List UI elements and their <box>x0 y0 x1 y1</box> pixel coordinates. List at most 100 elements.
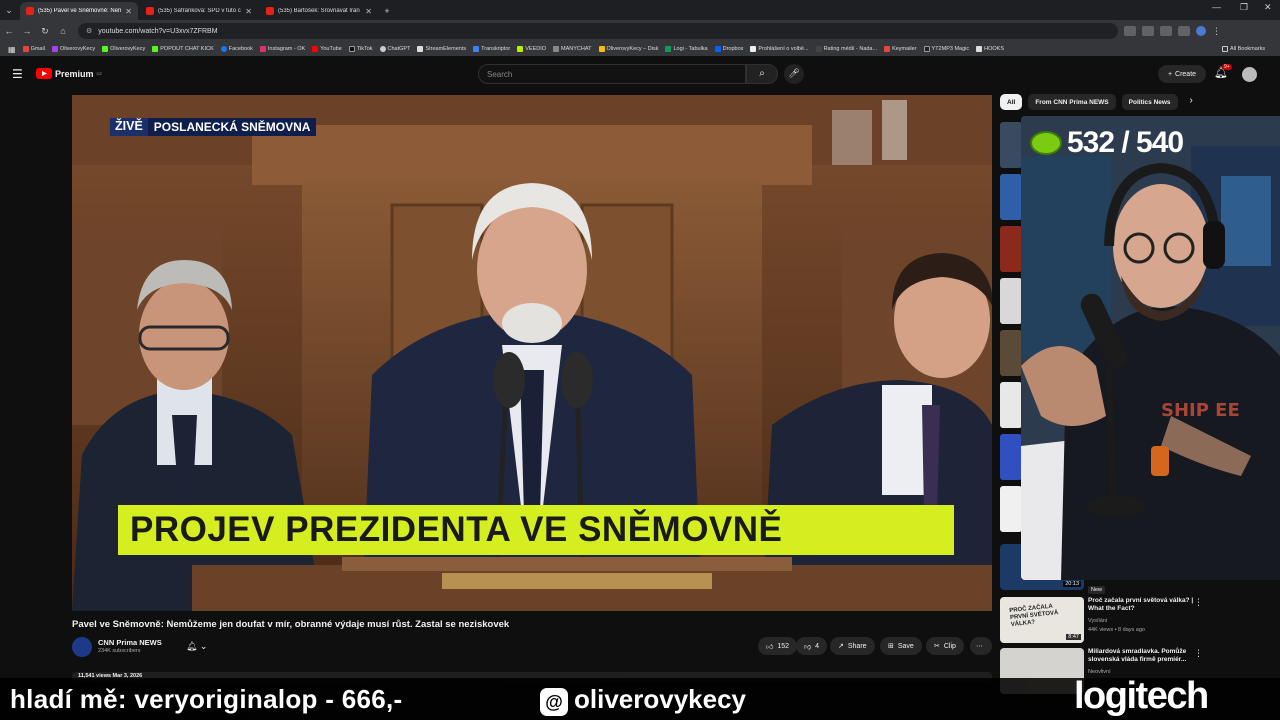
more-actions-icon[interactable]: ⋮ <box>1194 597 1203 608</box>
bookmark-item[interactable]: OliverovyKecy – Disk <box>598 46 658 52</box>
chatgpt-icon <box>379 46 386 52</box>
bookmark-item[interactable]: HOOKS <box>976 46 1004 52</box>
channel-avatar[interactable] <box>72 637 92 657</box>
extensions-icon[interactable] <box>1178 26 1190 36</box>
save-button[interactable]: ⊞ Save <box>880 637 922 655</box>
reload-icon[interactable]: ↻ <box>36 26 54 37</box>
video-thumbnail[interactable] <box>1000 486 1022 532</box>
bookmark-label: HOOKS <box>984 46 1005 52</box>
bookmark-item[interactable]: StreamElements <box>417 46 466 52</box>
bookmark-item[interactable]: Dropbox <box>714 46 743 52</box>
bookmark-star-icon[interactable] <box>1160 26 1172 36</box>
profile-icon[interactable] <box>1196 26 1206 36</box>
share-button[interactable]: ↗ Share <box>830 637 875 655</box>
video-thumbnail[interactable] <box>1000 278 1022 324</box>
more-button[interactable]: ⋯ <box>970 637 992 655</box>
new-tab-button[interactable]: + <box>378 6 396 16</box>
bookmark-item[interactable]: Logi - Tabulka <box>665 46 708 52</box>
bookmark-favicon-icon <box>51 46 58 52</box>
sponsor-logo: logitech <box>1074 675 1209 717</box>
voice-search-button[interactable]: 🎤︎ <box>784 64 804 84</box>
avatar[interactable] <box>1242 67 1257 82</box>
video-thumbnail[interactable] <box>1000 226 1022 272</box>
hamburger-menu-icon[interactable]: ☰ <box>12 67 23 81</box>
close-tab-icon[interactable]: ✕ <box>365 7 372 16</box>
site-info-icon[interactable]: ⚙ <box>86 27 92 35</box>
kick-icon <box>102 46 109 52</box>
bookmark-item[interactable]: Prohlášení o volbě... <box>750 46 809 52</box>
video-thumbnail[interactable] <box>1000 330 1022 376</box>
subscriber-count: 234K subscribers <box>98 648 141 654</box>
video-thumbnail[interactable]: PROČ ZAČALA PRVNÍ SVĚTOVÁ VÁLKA? 8:47 <box>1000 597 1084 643</box>
browser-tab-2[interactable]: (535) Šafránková: SPD v tuto ch ✕ <box>140 2 258 20</box>
video-title[interactable]: Miliardová smradlavka. Pomůže slovenská … <box>1088 648 1196 664</box>
forward-icon[interactable]: → <box>18 26 36 36</box>
dislike-button[interactable]: 👎︎ 4 <box>796 637 828 655</box>
bookmark-item[interactable]: Gmail <box>22 46 45 52</box>
bookmark-label: POPOUT CHAT KICK <box>160 46 214 52</box>
clip-button[interactable]: ✂ Clip <box>926 637 964 655</box>
browser-tab-3[interactable]: (535) Bartošek: Srovnávat Írán s ✕ <box>260 2 378 20</box>
video-title[interactable]: Proč začala první světová válka? | What … <box>1088 597 1196 613</box>
video-thumbnail[interactable] <box>1000 122 1022 168</box>
back-icon[interactable]: ← <box>0 26 18 36</box>
bookmark-label: Logi - Tabulka <box>673 46 708 52</box>
all-bookmarks-button[interactable]: All Bookmarks <box>1222 46 1265 52</box>
like-button[interactable]: 👍︎ 152 <box>758 637 798 655</box>
chip-all[interactable]: All <box>1000 94 1023 110</box>
bookmark-item[interactable]: OliverovyKecy <box>102 46 145 52</box>
bookmark-item[interactable]: VEEDIO <box>517 46 546 52</box>
recommended-video[interactable]: PROČ ZAČALA PRVNÍ SVĚTOVÁ VÁLKA? 8:47 Pr… <box>1000 597 1280 647</box>
bookmark-item[interactable]: MANYCHAT <box>553 46 592 52</box>
bookmark-label: YT2MP3 Magic <box>931 46 970 52</box>
channel-name[interactable]: CNN Prima NEWS <box>98 638 162 647</box>
bookmark-item[interactable]: POPOUT CHAT KICK <box>152 46 214 52</box>
bookmark-item[interactable]: Facebook <box>220 46 253 52</box>
bookmark-item[interactable]: Transkriptor <box>473 46 510 52</box>
video-thumbnail[interactable] <box>1000 174 1022 220</box>
recommended-video[interactable]: Miliardová smradlavka. Pomůže slovenská … <box>1000 648 1280 694</box>
thumbs-down-icon: 👎︎ <box>804 643 812 651</box>
scissors-icon: ✂ <box>934 643 940 650</box>
channel-name[interactable]: Vysílání <box>1088 618 1107 625</box>
video-thumbnail[interactable] <box>1000 434 1022 480</box>
bookmark-item[interactable]: Rating médií - Nada... <box>815 46 877 52</box>
youtube-logo[interactable]: Premium CZ <box>36 68 102 79</box>
subscribed-bell-icon[interactable]: 🔔︎ ⌄ <box>186 641 207 652</box>
bookmark-item[interactable]: YouTube <box>312 46 342 52</box>
close-tab-icon[interactable]: ✕ <box>245 7 252 16</box>
chevron-right-icon[interactable]: › <box>1190 94 1193 110</box>
bookmark-item[interactable]: Keymailer <box>884 46 917 52</box>
video-thumbnail[interactable] <box>1000 382 1022 428</box>
menu-kebab-icon[interactable]: ⋮ <box>1212 26 1224 36</box>
bookmark-label: StreamElements <box>425 46 467 52</box>
bookmark-item[interactable]: YT2MP3 Magic <box>923 46 970 52</box>
maximize-icon[interactable]: ❐ <box>1240 2 1248 13</box>
like-count: 152 <box>777 642 790 650</box>
bookmark-item[interactable]: OliverovyKecy <box>51 46 95 52</box>
create-button[interactable]: + Create <box>1158 65 1206 83</box>
bookmark-item[interactable]: Instagram - OK <box>259 46 305 52</box>
minimize-icon[interactable]: — <box>1212 2 1221 12</box>
chip-from-channel[interactable]: From CNN Prima NEWS <box>1028 94 1116 110</box>
apps-grid-icon[interactable]: ▦ <box>8 45 16 54</box>
more-actions-icon[interactable]: ⋮ <box>1194 648 1203 659</box>
video-player[interactable]: ŽIVĚ POSLANECKÁ SNĚMOVNA PROJEV PREZIDEN… <box>72 95 992 611</box>
cast-icon[interactable] <box>1142 26 1154 36</box>
clip-label: Clip <box>943 642 956 650</box>
url-input[interactable]: ⚙ youtube.com/watch?v=U3xvx7ZFRBM <box>78 23 1118 39</box>
save-label: Save <box>897 642 914 650</box>
home-icon[interactable]: ⌂ <box>54 26 72 36</box>
bookmark-item[interactable]: TikTok <box>348 46 373 52</box>
search-button[interactable]: ⌕ <box>746 64 778 84</box>
tab-search-icon[interactable]: ⌄ <box>0 5 18 16</box>
browser-tab-1[interactable]: (535) Pavel ve Sněmovně: Nem ✕ <box>20 2 138 20</box>
recommendations-hidden-strip[interactable] <box>1000 122 1022 582</box>
search-input[interactable]: Search <box>478 64 746 84</box>
translate-icon[interactable] <box>1124 26 1136 36</box>
close-window-icon[interactable]: ✕ <box>1264 2 1272 13</box>
lower-third-text: PROJEV PREZIDENTA VE SNĚMOVNĚ <box>130 510 783 549</box>
chip-politics-news[interactable]: Politics News <box>1121 94 1178 110</box>
close-tab-icon[interactable]: ✕ <box>125 7 132 16</box>
bookmark-item[interactable]: ChatGPT <box>379 46 410 52</box>
